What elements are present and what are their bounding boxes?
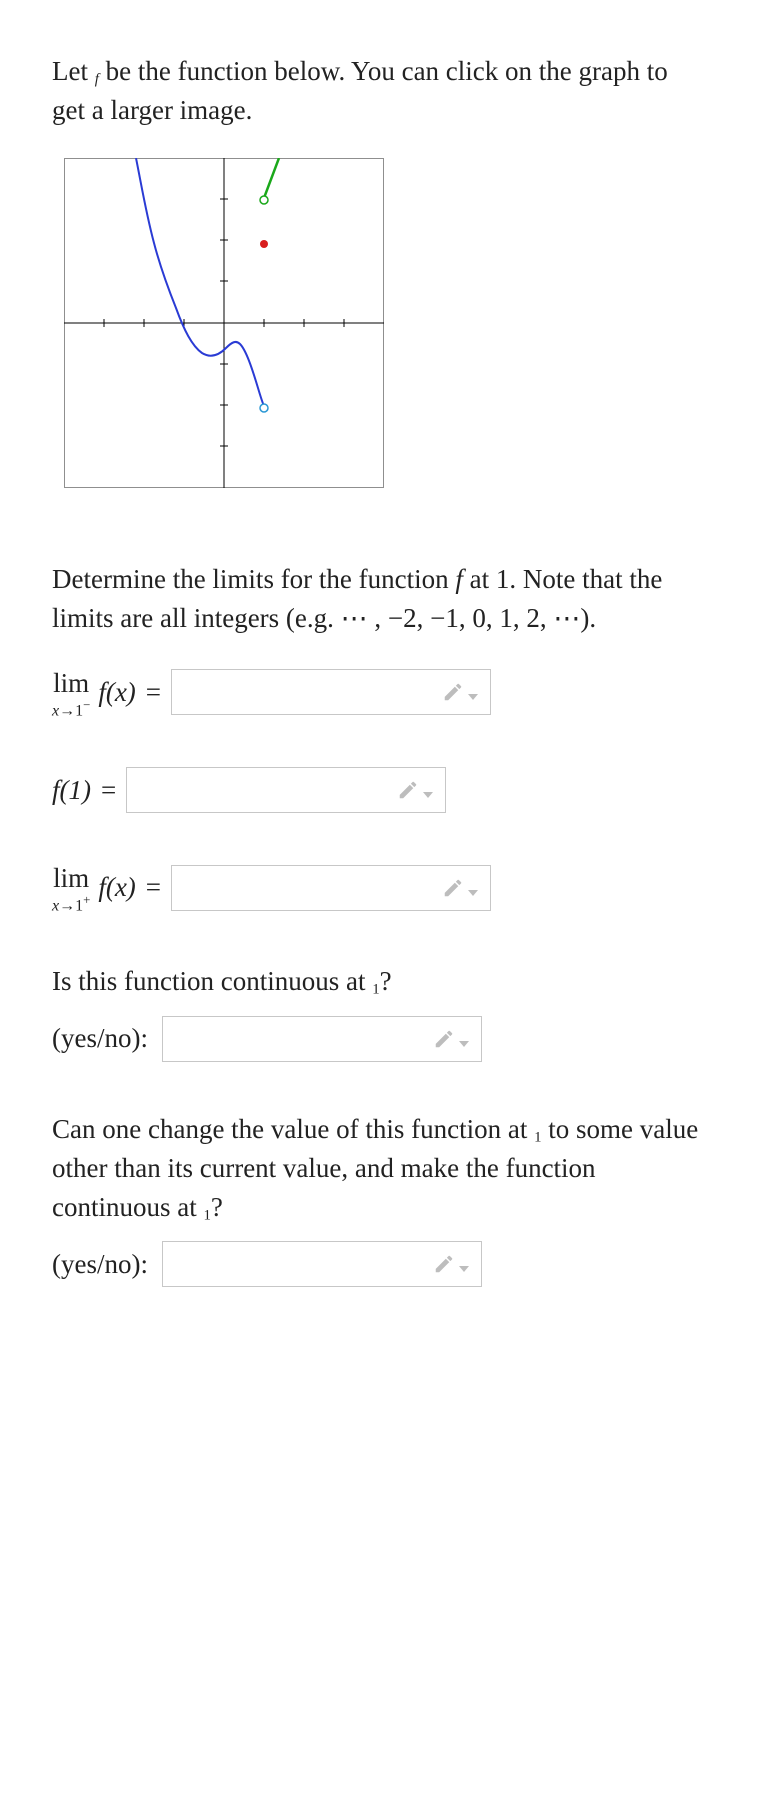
prompt2-post: ). xyxy=(580,603,596,633)
q4-q: ? xyxy=(380,966,392,996)
intro-pre: Let xyxy=(52,56,95,86)
q4-prompt: Is this function continuous at 1? xyxy=(52,962,705,1001)
q3-lim-sup: + xyxy=(83,893,90,907)
q2-label: f(1) = xyxy=(52,771,126,810)
blue-open-circle xyxy=(260,404,268,412)
q5-q: ? xyxy=(211,1192,223,1222)
q3-lim: lim x→1+ xyxy=(52,861,90,914)
graph-container[interactable] xyxy=(64,158,705,499)
pencil-icon xyxy=(442,681,478,703)
q3-lim-top: lim xyxy=(52,865,90,892)
q5-prompt: Can one change the value of this functio… xyxy=(52,1110,705,1228)
q3-equals: = xyxy=(146,868,161,907)
q1-lim-top: lim xyxy=(52,670,90,697)
q3-fx: f(x) xyxy=(98,868,135,907)
pencil-icon xyxy=(433,1253,469,1275)
q5-one-a: 1 xyxy=(534,1129,541,1145)
prompt2-f: f xyxy=(455,564,463,594)
intro-paragraph: Let f be the function below. You can cli… xyxy=(52,52,705,130)
pencil-icon xyxy=(433,1028,469,1050)
caret-down-icon xyxy=(468,890,478,896)
q4-answer-input[interactable] xyxy=(162,1016,482,1062)
function-graph[interactable] xyxy=(64,158,384,488)
problem-page: Let f be the function below. You can cli… xyxy=(0,0,757,1395)
q4-yn-label: (yes/no): xyxy=(52,1019,148,1058)
q5-row: (yes/no): xyxy=(52,1241,705,1287)
green-open-circle xyxy=(260,196,268,204)
q5-answer-input[interactable] xyxy=(162,1241,482,1287)
q1-lim-sup: − xyxy=(83,698,90,712)
q4-line: Is this function continuous at xyxy=(52,966,372,996)
pencil-icon xyxy=(442,877,478,899)
caret-down-icon xyxy=(468,694,478,700)
q1-fx: f(x) xyxy=(98,673,135,712)
q5-yn-label: (yes/no): xyxy=(52,1245,148,1284)
q3-label: lim x→1+ f(x) = xyxy=(52,861,171,914)
pencil-icon xyxy=(397,779,433,801)
q5-one-b: 1 xyxy=(203,1208,210,1224)
q4-one: 1 xyxy=(372,982,379,998)
q2-equals: = xyxy=(101,771,116,810)
q2-f1: f(1) xyxy=(52,771,91,810)
red-point xyxy=(260,240,268,248)
q2-row: f(1) = xyxy=(52,767,705,813)
prompt2-pre: Determine the limits for the function xyxy=(52,564,455,594)
q1-label: lim x→1− f(x) = xyxy=(52,666,171,719)
q1-lim: lim x→1− xyxy=(52,666,90,719)
q3-lim-bot: x→1+ xyxy=(52,894,90,914)
q1-equals: = xyxy=(146,673,161,712)
prompt2-list: ⋯ , −2, −1, 0, 1, 2, ⋯ xyxy=(341,603,581,633)
caret-down-icon xyxy=(459,1266,469,1272)
q5-line-a: Can one change the value of this functio… xyxy=(52,1114,534,1144)
q4-row: (yes/no): xyxy=(52,1016,705,1062)
intro-post: be the function below. You can click on … xyxy=(52,56,668,125)
q1-row: lim x→1− f(x) = xyxy=(52,666,705,719)
limits-prompt: Determine the limits for the function f … xyxy=(52,560,705,638)
caret-down-icon xyxy=(459,1041,469,1047)
q2-answer-input[interactable] xyxy=(126,767,446,813)
q1-lim-bot: x→1− xyxy=(52,699,90,719)
q3-row: lim x→1+ f(x) = xyxy=(52,861,705,914)
q3-answer-input[interactable] xyxy=(171,865,491,911)
q1-answer-input[interactable] xyxy=(171,669,491,715)
caret-down-icon xyxy=(423,792,433,798)
